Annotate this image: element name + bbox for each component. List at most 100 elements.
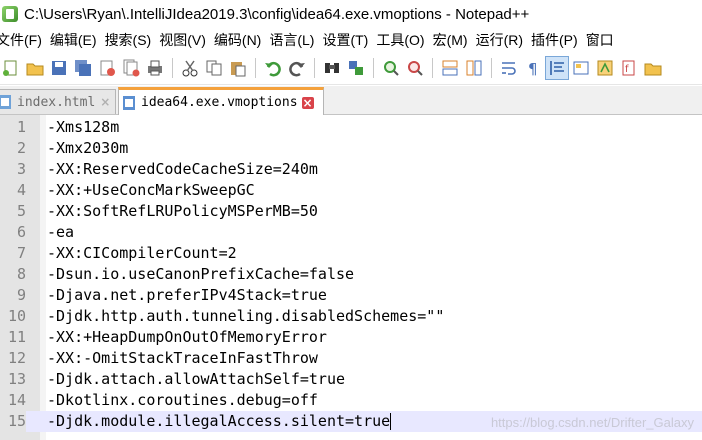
toolbar-separator	[255, 58, 256, 78]
menu-plugins[interactable]: 插件(P)	[531, 30, 586, 50]
cut-icon[interactable]	[179, 57, 201, 79]
tab-close-icon[interactable]: ×	[301, 96, 314, 110]
menu-tools[interactable]: 工具(O)	[376, 30, 432, 50]
word-wrap-icon[interactable]	[498, 57, 520, 79]
toolbar-separator	[491, 58, 492, 78]
indent-guide-icon[interactable]	[545, 56, 569, 80]
line-text: -XX:+UseConcMarkSweepGC	[47, 181, 255, 199]
toolbar-separator	[373, 58, 374, 78]
zoom-in-icon[interactable]	[380, 57, 402, 79]
line-text: -XX:+HeapDumpOnOutOfMemoryError	[47, 328, 327, 346]
line-text: -ea	[47, 223, 75, 241]
line-text: -Dkotlinx.coroutines.debug=off	[47, 391, 318, 409]
tab-label: index.html	[17, 94, 96, 110]
save-all-icon[interactable]	[72, 57, 94, 79]
editor-line: 5 -XX:SoftRefLRUPolicyMSPerMB=50	[0, 201, 702, 222]
editor-line: 2 -Xmx2030m	[0, 138, 702, 159]
window-title: C:\Users\Ryan\.IntelliJIdea2019.3\config…	[24, 5, 530, 23]
toolbar-separator	[432, 58, 433, 78]
new-file-icon[interactable]	[0, 57, 22, 79]
menu-file[interactable]: 文件(F)	[0, 30, 50, 50]
svg-text:¶: ¶	[528, 60, 538, 77]
line-text: -Xmx2030m	[47, 139, 129, 157]
editor-line: 1 -Xms128m	[0, 117, 702, 138]
line-number: 15	[0, 411, 26, 432]
editor-line: 9 -Djava.net.preferIPv4Stack=true	[0, 285, 702, 306]
tab-idea64-vmoptions[interactable]: idea64.exe.vmoptions ×	[118, 87, 324, 115]
tab-bar: index.html × idea64.exe.vmoptions ×	[0, 86, 702, 115]
line-number: 11	[7, 328, 26, 346]
menu-language[interactable]: 语言(L)	[269, 30, 322, 50]
function-list-icon[interactable]: f	[618, 57, 640, 79]
editor-line: 7 -XX:CICompilerCount=2	[0, 243, 702, 264]
menu-window[interactable]: 窗口	[586, 30, 622, 50]
line-text: -Xms128m	[47, 118, 120, 136]
menu-search[interactable]: 搜索(S)	[105, 30, 160, 50]
copy-icon[interactable]	[203, 57, 225, 79]
open-file-icon[interactable]	[24, 57, 46, 79]
sync-vertical-icon[interactable]	[439, 57, 461, 79]
tab-label: idea64.exe.vmoptions	[141, 95, 298, 110]
toolbar-separator	[172, 58, 173, 78]
save-icon[interactable]	[48, 57, 70, 79]
menu-macro[interactable]: 宏(M)	[433, 30, 476, 50]
line-number: 2	[16, 139, 26, 157]
editor-line: 14 -Dkotlinx.coroutines.debug=off	[0, 390, 702, 411]
text-caret	[390, 413, 392, 430]
user-language-icon[interactable]	[570, 57, 592, 79]
zoom-out-icon[interactable]	[404, 57, 426, 79]
menu-view[interactable]: 视图(V)	[159, 30, 214, 50]
find-icon[interactable]	[321, 57, 343, 79]
line-text: -Djdk.attach.allowAttachSelf=true	[47, 370, 346, 388]
redo-icon[interactable]	[286, 57, 308, 79]
sync-horizontal-icon[interactable]	[463, 57, 485, 79]
close-icon[interactable]	[96, 57, 118, 79]
editor-line: 4 -XX:+UseConcMarkSweepGC	[0, 180, 702, 201]
menu-bar: 文件(F) 编辑(E) 搜索(S) 视图(V) 编码(N) 语言(L) 设置(T…	[0, 28, 702, 52]
tab-close-icon[interactable]: ×	[99, 95, 111, 109]
line-number: 4	[16, 181, 26, 199]
editor-line: 11 -XX:+HeapDumpOnOutOfMemoryError	[0, 327, 702, 348]
line-text: -XX:-OmitStackTraceInFastThrow	[47, 349, 318, 367]
show-all-chars-icon[interactable]: ¶	[522, 57, 544, 79]
line-number: 1	[16, 118, 26, 136]
close-all-icon[interactable]	[120, 57, 142, 79]
line-number: 12	[7, 349, 26, 367]
replace-icon[interactable]	[345, 57, 367, 79]
line-text: -XX:CICompilerCount=2	[47, 244, 237, 262]
toolbar-separator	[314, 58, 315, 78]
svg-text:f: f	[625, 64, 629, 75]
line-number: 9	[16, 286, 26, 304]
editor-line: 6 -ea	[0, 222, 702, 243]
toolbar: ¶ f	[0, 52, 702, 85]
editor-line: 13 -Djdk.attach.allowAttachSelf=true	[0, 369, 702, 390]
menu-settings[interactable]: 设置(T)	[322, 30, 376, 50]
menu-run[interactable]: 运行(R)	[476, 30, 531, 50]
editor[interactable]: 1 -Xms128m 2 -Xmx2030m 3 -XX:ReservedCod…	[0, 115, 702, 440]
line-number: 10	[7, 307, 26, 325]
paste-icon[interactable]	[227, 57, 249, 79]
line-text: -XX:SoftRefLRUPolicyMSPerMB=50	[47, 202, 318, 220]
line-text: -XX:ReservedCodeCacheSize=240m	[47, 160, 318, 178]
line-number: 8	[16, 265, 26, 283]
line-text: -Djava.net.preferIPv4Stack=true	[47, 286, 327, 304]
editor-line: 10 -Djdk.http.auth.tunneling.disabledSch…	[0, 306, 702, 327]
watermark: https://blog.csdn.net/Drifter_Galaxy	[490, 415, 694, 430]
line-text: -Djdk.module.illegalAccess.silent=true	[47, 412, 391, 430]
title-bar: C:\Users\Ryan\.IntelliJIdea2019.3\config…	[0, 0, 702, 28]
notepad-plus-plus-icon	[2, 6, 18, 22]
editor-line: 8 -Dsun.io.useCanonPrefixCache=false	[0, 264, 702, 285]
print-icon[interactable]	[144, 57, 166, 79]
line-text: -Djdk.http.auth.tunneling.disabledScheme…	[47, 307, 445, 325]
menu-encoding[interactable]: 编码(N)	[214, 30, 269, 50]
line-number: 7	[16, 244, 26, 262]
menu-edit[interactable]: 编辑(E)	[50, 30, 105, 50]
line-number: 13	[7, 370, 26, 388]
line-text: -Dsun.io.useCanonPrefixCache=false	[47, 265, 355, 283]
file-icon	[123, 95, 135, 110]
folder-workspace-icon[interactable]	[642, 57, 664, 79]
document-map-icon[interactable]	[594, 57, 616, 79]
editor-line: 12 -XX:-OmitStackTraceInFastThrow	[0, 348, 702, 369]
undo-icon[interactable]	[262, 57, 284, 79]
tab-index-html[interactable]: index.html ×	[0, 89, 116, 114]
